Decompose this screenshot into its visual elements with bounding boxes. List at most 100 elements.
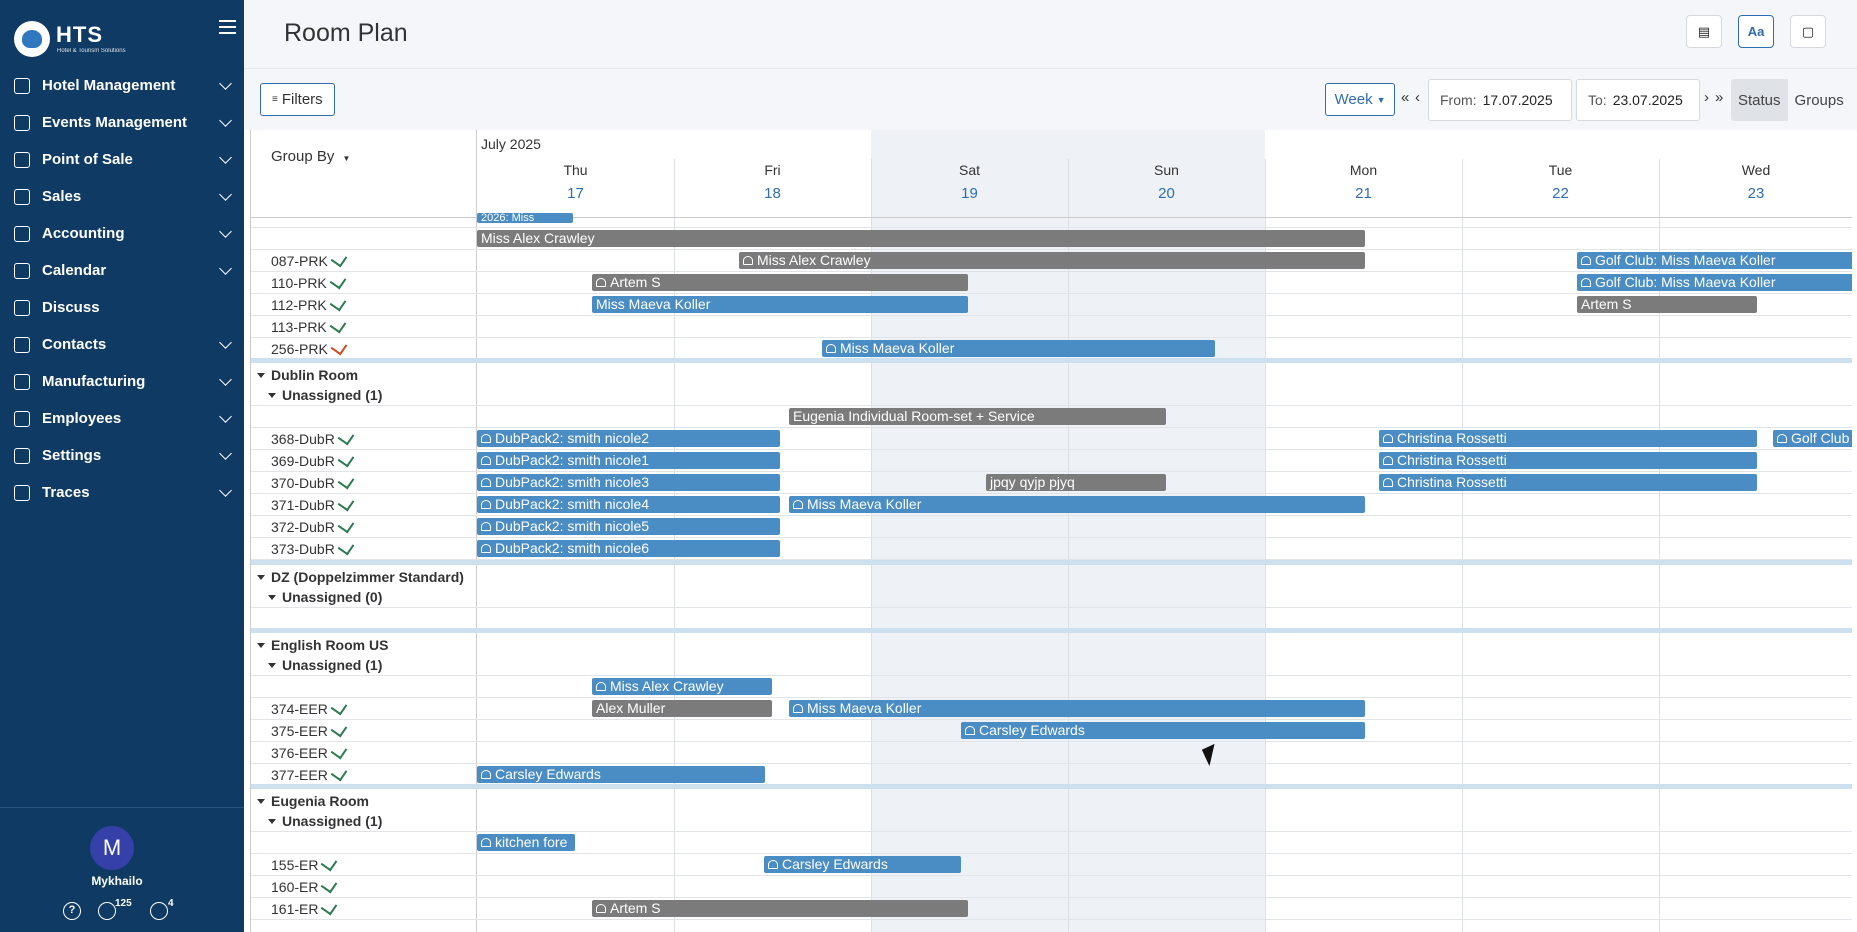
table-row — [251, 676, 1852, 698]
room-label[interactable]: 373-DubR — [271, 538, 355, 557]
day-name: Mon — [1349, 162, 1378, 178]
group-header[interactable]: Eugenia Room — [251, 784, 1852, 809]
menu-toggle-icon[interactable] — [219, 20, 236, 36]
first-page-icon[interactable]: « — [1401, 89, 1409, 106]
help-icon[interactable]: ? — [63, 902, 81, 920]
room-label[interactable]: 377-EER — [271, 764, 348, 783]
prev-page-icon[interactable]: ‹ — [1415, 89, 1420, 106]
booking-bar[interactable]: Artem S — [1577, 296, 1757, 313]
room-label[interactable]: 256-PRK — [271, 338, 348, 357]
unassigned-header[interactable]: Unassigned (1) — [251, 384, 1852, 406]
room-label[interactable]: 113-PRK — [271, 316, 347, 335]
room-label[interactable]: 160-ER — [271, 876, 338, 895]
filters-button[interactable]: ≡ Filters — [260, 83, 335, 116]
room-label[interactable]: 369-DubR — [271, 450, 355, 469]
nav-accounting[interactable]: Accounting — [0, 215, 244, 252]
day-name: Sat — [958, 162, 980, 178]
to-date-field[interactable]: To: 23.07.2025 — [1576, 79, 1700, 121]
group-header[interactable]: Dublin Room — [251, 358, 1852, 383]
booking-bar[interactable]: Christina Rossetti — [1379, 452, 1757, 469]
booking-bar[interactable]: DubPack2: smith nicole1 — [477, 452, 780, 469]
room-label[interactable]: 374-EER — [271, 698, 348, 717]
booking-bar[interactable]: Miss Maeva Koller — [789, 496, 1365, 513]
nav-manufacturing[interactable]: Manufacturing — [0, 363, 244, 400]
nav-hotel-management[interactable]: Hotel Management — [0, 67, 244, 104]
hts-logo[interactable]: HTS Hotel & Tourism Solutions — [12, 18, 232, 58]
nav-events-management[interactable]: Events Management — [0, 104, 244, 141]
guest-icon — [1383, 434, 1393, 443]
booking-bar[interactable]: DubPack2: smith nicole3 — [477, 474, 780, 491]
period-dropdown[interactable]: Week ▼ — [1325, 83, 1395, 116]
booking-bar[interactable]: Carsley Edwards — [477, 766, 765, 783]
print-button[interactable]: ▤ — [1686, 15, 1722, 48]
status-view-button[interactable]: Status — [1731, 79, 1788, 121]
booking-bar[interactable]: DubPack2: smith nicole6 — [477, 540, 780, 557]
unassigned-header[interactable]: Unassigned (1) — [251, 810, 1852, 832]
booking-bar[interactable]: Christina Rossetti — [1379, 430, 1757, 447]
chevron-down-icon — [219, 446, 232, 460]
calendar-plus-icon — [14, 114, 30, 131]
room-label[interactable]: 110-PRK — [271, 272, 347, 291]
room-label[interactable]: 370-DubR — [271, 472, 355, 491]
avatar[interactable]: M — [90, 826, 134, 870]
room-label[interactable]: 376-EER — [271, 742, 348, 761]
booking-bar[interactable]: Miss Maeva Koller — [822, 340, 1215, 357]
nav-settings[interactable]: Settings — [0, 437, 244, 474]
booking-bar[interactable]: Miss Alex Crawley — [739, 252, 1365, 269]
booking-bar[interactable]: Miss Alex Crawley — [477, 230, 1365, 247]
booking-bar[interactable]: Miss Maeva Koller — [789, 700, 1365, 717]
booking-bar[interactable]: Miss Maeva Koller — [592, 296, 968, 313]
booking-bar[interactable]: Artem S — [592, 274, 968, 291]
groups-view-button[interactable]: Groups — [1788, 79, 1851, 121]
room-label[interactable]: 371-DubR — [271, 494, 355, 513]
group-header[interactable]: DZ (Doppelzimmer Standard) — [251, 560, 1852, 585]
unassigned-header[interactable]: Unassigned (1) — [251, 654, 1852, 676]
booking-bar[interactable]: Alex Muller — [592, 700, 772, 717]
nav-traces[interactable]: Traces — [0, 474, 244, 511]
nav-employees[interactable]: Employees — [0, 400, 244, 437]
booking-bar[interactable]: Golf Club: Miss Maeva Koller — [1577, 274, 1852, 291]
nav-contacts[interactable]: Contacts — [0, 326, 244, 363]
room-label[interactable]: 161-ER — [271, 898, 338, 917]
broom-icon — [330, 698, 348, 716]
note-button[interactable]: ▢ — [1790, 15, 1826, 48]
nav-calendar[interactable]: Calendar — [0, 252, 244, 289]
room-label[interactable]: 372-DubR — [271, 516, 355, 535]
nav-discuss[interactable]: Discuss — [0, 289, 244, 326]
room-label[interactable]: 087-PRK — [271, 250, 348, 269]
booking-bar[interactable]: Artem S — [592, 900, 968, 917]
day-number: 20 — [1158, 185, 1175, 202]
bell-icon[interactable] — [150, 902, 168, 920]
unassigned-header[interactable]: Unassigned (0) — [251, 586, 1852, 608]
booking-bar[interactable]: DubPack2: smith nicole5 — [477, 518, 780, 535]
booking-bar[interactable]: kitchen fore — [477, 834, 575, 851]
font-size-button[interactable]: Aa — [1738, 15, 1774, 48]
chat-icon[interactable] — [98, 902, 116, 920]
booking-bar[interactable]: Carsley Edwards — [764, 856, 961, 873]
booking-bar[interactable]: Miss Alex Crawley — [592, 678, 772, 695]
room-label[interactable]: 155-ER — [271, 854, 338, 873]
caret-down-icon: ▼ — [1376, 94, 1386, 105]
booking-bar[interactable]: DubPack2: smith nicole4 — [477, 496, 780, 513]
nav-label: Sales — [42, 188, 82, 205]
group-by-dropdown[interactable]: Group By ▼ — [271, 148, 350, 165]
nav-point-of-sale[interactable]: Point of Sale — [0, 141, 244, 178]
booking-bar[interactable]: Eugenia Individual Room-set + Service — [789, 408, 1166, 425]
room-label[interactable]: 368-DubR — [271, 428, 355, 447]
last-page-icon[interactable]: » — [1715, 89, 1723, 106]
booking-bar[interactable]: Christina Rossetti — [1379, 474, 1757, 491]
booking-bar[interactable]: jpqy qyjp pjyq — [986, 474, 1166, 491]
booking-bar[interactable]: DubPack2: smith nicole2 — [477, 430, 780, 447]
booking-bar[interactable]: Carsley Edwards — [961, 722, 1365, 739]
booking-bar[interactable]: 2026: Miss — [477, 213, 573, 223]
table-row: 155-ER — [251, 854, 1852, 876]
group-header[interactable]: English Room US — [251, 628, 1852, 653]
next-page-icon[interactable]: › — [1704, 89, 1709, 106]
nav-sales[interactable]: Sales — [0, 178, 244, 215]
broom-icon — [330, 764, 348, 782]
booking-bar[interactable]: Golf Club — [1773, 430, 1852, 447]
room-label[interactable]: 375-EER — [271, 720, 348, 739]
from-date-field[interactable]: From: 17.07.2025 — [1428, 79, 1572, 121]
booking-bar[interactable]: Golf Club: Miss Maeva Koller — [1577, 252, 1852, 269]
room-label[interactable]: 112-PRK — [271, 294, 347, 313]
